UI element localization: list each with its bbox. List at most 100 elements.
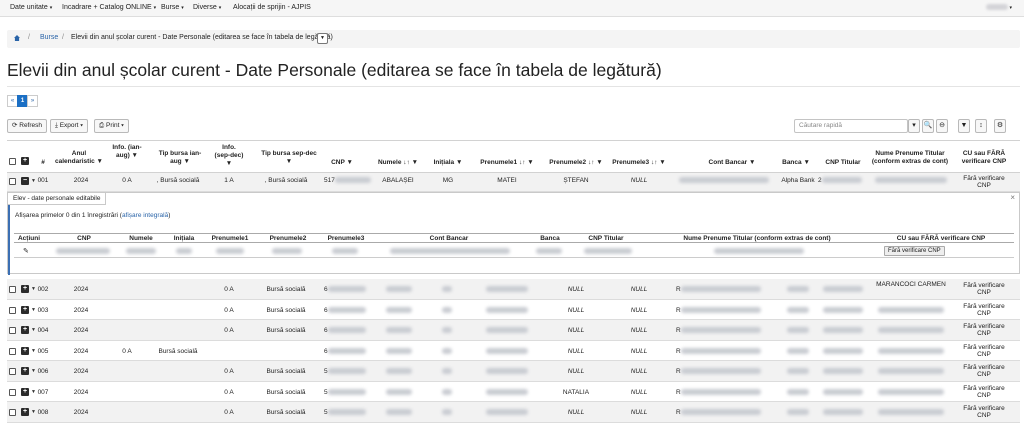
cell-an: 2024 [73, 286, 89, 293]
top-navbar: Date unitate ▾ Incadrare + Catalog ONLIN… [0, 0, 1024, 17]
edit-icon[interactable]: ✎ [23, 247, 29, 255]
cell-pren2: NULL [567, 409, 585, 416]
header-cont[interactable]: Cont Bancar ▼ [690, 159, 774, 167]
search-dropdown-button[interactable]: ▾ [908, 119, 920, 133]
cell-pren3: NULL [630, 409, 648, 416]
header-tip2[interactable]: Tip bursa sep-dec ▼ [260, 150, 318, 166]
expand-row-icon[interactable]: + [21, 326, 29, 334]
redacted-value [386, 368, 412, 375]
header-tip1[interactable]: Tip bursa ian-aug ▼ [155, 150, 205, 166]
cell-pren1: MATEI [497, 177, 517, 184]
redacted-value [823, 347, 863, 354]
collapse-row-icon[interactable]: − [21, 177, 29, 185]
search-icon[interactable]: 🔍 [922, 119, 934, 133]
row-checkbox[interactable] [9, 286, 16, 293]
redacted-value [823, 388, 863, 395]
cell-init [432, 347, 462, 355]
filter-icon[interactable]: ▼ [958, 119, 970, 133]
cell-info2: 1 A [224, 177, 234, 184]
expand-row-icon[interactable]: + [21, 346, 29, 355]
redacted-value [327, 347, 366, 354]
redacted-value [442, 368, 452, 375]
subtable-row[interactable]: ✎ Fără verificare CNP [14, 244, 1014, 258]
cell-cnp: 5 [324, 389, 374, 396]
row-checkbox[interactable] [9, 306, 16, 314]
show-all-link[interactable]: afișare integrală [122, 212, 168, 219]
expand-row-icon[interactable]: + [21, 387, 29, 396]
expand-all-icon[interactable]: + [21, 157, 29, 165]
cell-cu: Fără verificare CNP [963, 343, 1005, 358]
home-icon[interactable] [14, 35, 20, 41]
header-info1[interactable]: Info. (ian-aug) ▼ [112, 144, 142, 160]
cell-nume-titular [870, 368, 952, 375]
row-checkbox[interactable] [9, 178, 16, 185]
redacted-value [787, 409, 809, 416]
cell-cu: Fără verificare CNP [963, 364, 1005, 378]
row-checkbox[interactable] [9, 327, 16, 334]
expand-row-icon[interactable]: + [21, 305, 29, 314]
cell-pren1 [478, 327, 536, 334]
redacted-value [787, 388, 809, 395]
page-next[interactable]: » [27, 95, 38, 107]
redacted-value [327, 368, 366, 375]
print-button[interactable]: ⎙ Print ▾ [94, 119, 129, 133]
header-nume-titular[interactable]: Nume Prenume Titular (conform extras de … [868, 150, 952, 166]
header-pren3[interactable]: Prenumele3 ↓↑ ▼ [608, 159, 670, 167]
sub-header-prenumele1: Prenumele1 [211, 235, 249, 242]
quick-search-input[interactable]: Căutare rapidă [794, 119, 908, 133]
expand-row-icon[interactable]: + [21, 408, 29, 416]
user-menu[interactable]: ▾ [985, 4, 1012, 11]
row-checkbox[interactable] [9, 347, 16, 355]
breadcrumb-burse[interactable]: Burse [40, 34, 58, 41]
cell-an: 2024 [73, 177, 89, 184]
cell-banca [780, 388, 816, 396]
header-info2[interactable]: Info. (sep-dec) ▼ [214, 144, 244, 168]
cell-cnp: 6 [324, 348, 374, 355]
select-all-checkbox[interactable] [9, 158, 16, 165]
gear-icon[interactable]: ⚙ [994, 119, 1006, 133]
cell-info2: 0 A [224, 409, 234, 416]
header-nume[interactable]: Numele ↓↑ ▼ [372, 159, 424, 167]
expand-row-icon[interactable]: + [21, 367, 29, 375]
header-cnp[interactable]: CNP ▼ [322, 159, 362, 167]
sub-header-banca: Banca [540, 235, 560, 242]
expand-row-icon[interactable]: + [21, 285, 29, 293]
header-banca[interactable]: Banca ▼ [776, 159, 816, 167]
sort-icon[interactable]: ↕ [975, 119, 987, 133]
tab-elev-date-personale[interactable]: Elev - date personale editabile [8, 193, 107, 205]
cell-nume-titular [872, 177, 950, 184]
zoom-icon[interactable]: ⊖ [936, 119, 948, 133]
row-checkbox[interactable] [9, 409, 16, 416]
header-an[interactable]: Anul calendaristic ▼ [54, 150, 104, 166]
row-checkbox[interactable] [9, 368, 16, 375]
cell-cont: R [676, 327, 772, 334]
cell-nume-titular: MARANCOCI CARMEN [876, 281, 946, 288]
row-checkbox[interactable] [9, 388, 16, 396]
nav-alocatii[interactable]: Alocații de sprijin - AJPIS [233, 4, 311, 11]
cell-nume: ABALAȘEI [382, 177, 414, 184]
fara-verificare-cnp-button[interactable]: Fără verificare CNP [884, 246, 945, 256]
redacted-value [787, 347, 809, 354]
header-top-line [7, 140, 1020, 141]
sub-header-prenumele2: Prenumele2 [269, 235, 307, 242]
header-pren2[interactable]: Prenumele2 ↓↑ ▼ [544, 159, 608, 167]
close-icon[interactable]: × [1010, 193, 1015, 202]
refresh-button[interactable]: ⟳ Refresh [7, 119, 48, 133]
header-pren1[interactable]: Prenumele1 ↓↑ ▼ [474, 159, 540, 167]
cell-num: 001 [37, 177, 49, 184]
export-button[interactable]: ⤓ Export ▾ [50, 119, 89, 133]
cell-cont: R [676, 368, 772, 375]
redacted-value [680, 327, 761, 334]
nav-incadrare[interactable]: Incadrare + Catalog ONLINE ▾ [62, 4, 156, 11]
nav-diverse[interactable]: Diverse ▾ [193, 4, 221, 11]
breadcrumb-dropdown-button[interactable]: ▼ [317, 33, 328, 44]
redacted-value [787, 306, 809, 313]
nav-date-unitate[interactable]: Date unitate ▾ [10, 4, 52, 11]
cell-tip2: Bursă socială [266, 327, 306, 334]
cell-nume [376, 286, 422, 293]
header-cu-sau-fara[interactable]: CU sau FĂRĂ verificare CNP [956, 150, 1012, 166]
cell-num: 007 [37, 388, 49, 396]
header-init[interactable]: Inițiala ▼ [428, 159, 468, 167]
header-cnp-titular[interactable]: CNP Titular [820, 159, 866, 167]
nav-burse[interactable]: Burse ▾ [161, 4, 184, 11]
